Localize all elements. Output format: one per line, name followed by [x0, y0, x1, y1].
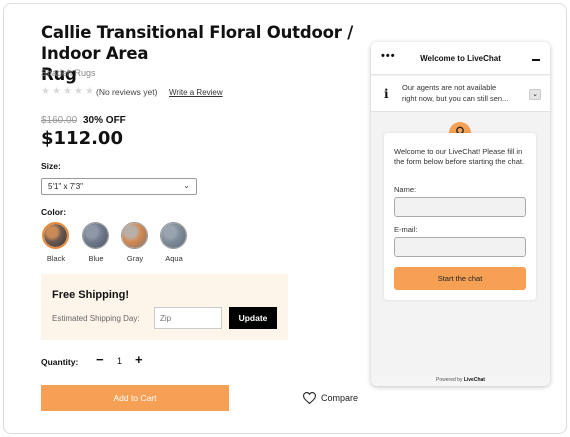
star-icon: ★ — [74, 86, 83, 97]
update-button[interactable]: Update — [229, 307, 277, 329]
chat-title: Welcome to LiveChat — [420, 54, 501, 63]
heart-icon — [303, 392, 316, 404]
write-review-link[interactable]: Write a Review — [169, 88, 223, 97]
star-icon: ★ — [41, 86, 50, 97]
notice-line2: right now, but you can still sen... — [402, 94, 509, 103]
quantity-increase-button[interactable]: + — [135, 352, 143, 367]
compare-button[interactable]: Compare — [303, 392, 358, 404]
color-swatch-label: Aqua — [165, 254, 183, 263]
chevron-down-icon: ⌄ — [183, 181, 190, 190]
sale-price: $112.00 — [41, 128, 123, 149]
discount-badge: 30% OFF — [83, 115, 126, 126]
reviews-count: (No reviews yet) — [96, 87, 158, 97]
zip-input[interactable] — [154, 307, 222, 329]
start-chat-button[interactable]: Start the chat — [394, 267, 526, 290]
size-selected-value: 5'1" x 7'3" — [48, 182, 83, 191]
shipping-box: Free Shipping! Estimated Shipping Day: U… — [41, 274, 288, 340]
livechat-widget: ••• Welcome to LiveChat i Our agents are… — [371, 42, 550, 386]
swatch-image — [83, 223, 108, 248]
estimated-shipping-label: Estimated Shipping Day: — [52, 314, 140, 323]
rating-stars: ★ ★ ★ ★ ★ — [41, 86, 94, 97]
quantity-label: Quantity: — [41, 357, 79, 367]
star-icon: ★ — [85, 86, 94, 97]
color-swatch-blue[interactable] — [82, 222, 109, 249]
notice-line1: Our agents are not available — [402, 83, 497, 92]
color-swatch-label: Black — [46, 254, 66, 263]
livechat-brand: LiveChat — [463, 377, 485, 383]
prechat-form: Welcome to our LiveChat! Please fill in … — [384, 133, 536, 300]
star-icon: ★ — [52, 86, 61, 97]
shipping-title: Free Shipping! — [52, 289, 129, 301]
color-swatch-aqua[interactable] — [160, 222, 187, 249]
chat-notice: i Our agents are not available right now… — [371, 76, 550, 112]
product-title-line2: Rug — [41, 65, 77, 84]
powered-by-label: Powered by — [436, 377, 463, 383]
swatch-image — [44, 224, 67, 247]
product-title: Callie Transitional Floral Outdoor / Ind… — [41, 22, 411, 85]
chat-header: ••• Welcome to LiveChat — [371, 42, 550, 75]
color-swatch-gray[interactable] — [121, 222, 148, 249]
product-brand: Shadeh Rugs — [41, 68, 96, 78]
compare-label: Compare — [321, 393, 359, 403]
color-swatch-label: Blue — [88, 254, 104, 263]
prechat-welcome-text: Welcome to our LiveChat! Please fill in … — [394, 147, 525, 166]
product-title-line1: Callie Transitional Floral Outdoor / Ind… — [41, 23, 354, 63]
color-swatch-label: Gray — [126, 254, 144, 263]
add-to-cart-button[interactable]: Add to Cart — [41, 385, 229, 411]
info-icon: i — [384, 87, 389, 101]
star-icon: ★ — [63, 86, 72, 97]
quantity-value[interactable]: 1 — [117, 356, 122, 366]
email-field[interactable] — [394, 237, 526, 257]
minimize-icon[interactable] — [532, 59, 540, 61]
swatch-image — [122, 223, 147, 248]
color-label: Color: — [41, 207, 67, 217]
name-field[interactable] — [394, 197, 526, 217]
size-label: Size: — [41, 161, 61, 171]
chat-footer: Powered by LiveChat — [371, 375, 550, 386]
notice-text: Our agents are not available right now, … — [402, 82, 527, 104]
expand-notice-button[interactable]: ⌄ — [529, 89, 541, 100]
email-label: E-mail: — [394, 225, 418, 234]
size-select[interactable]: 5'1" x 7'3" ⌄ — [41, 178, 197, 195]
swatch-image — [161, 223, 186, 248]
product-page: Callie Transitional Floral Outdoor / Ind… — [3, 3, 567, 434]
name-label: Name: — [394, 185, 417, 194]
original-price: $160.00 — [41, 115, 78, 126]
color-swatch-black[interactable] — [42, 222, 69, 249]
quantity-decrease-button[interactable]: − — [96, 352, 104, 367]
